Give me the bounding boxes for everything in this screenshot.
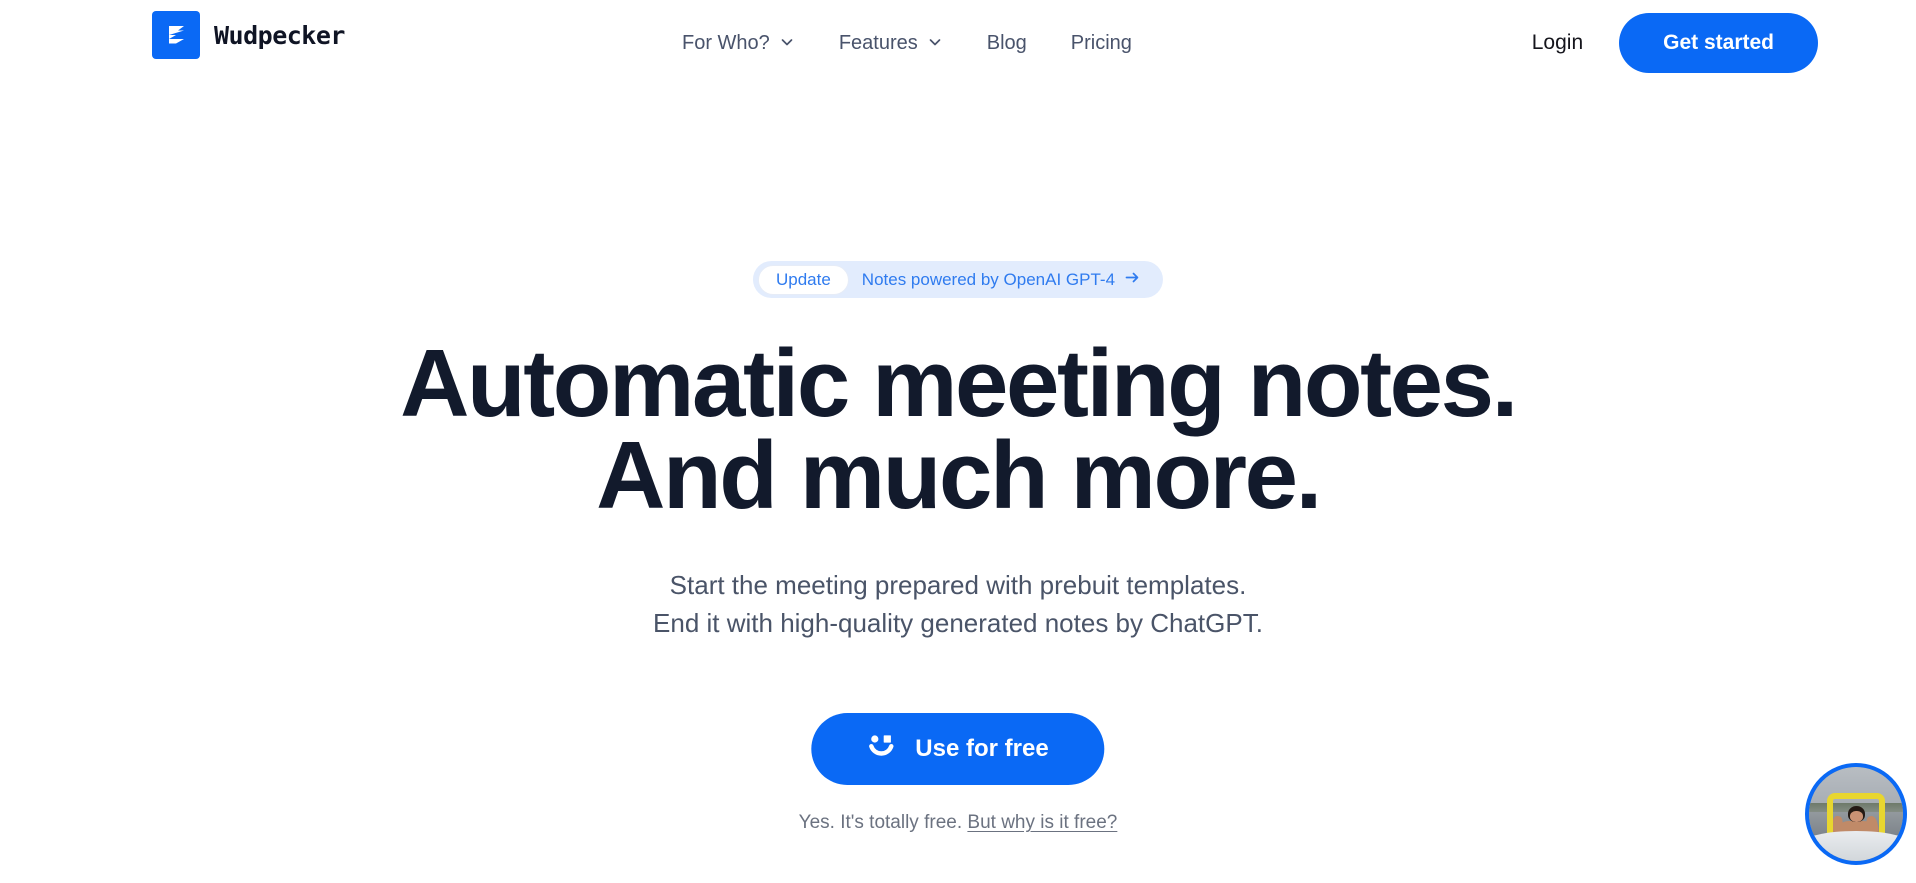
- nav-item-for-who[interactable]: For Who?: [680, 25, 797, 62]
- free-note-text: Yes. It's totally free.: [798, 812, 963, 833]
- header-actions: Login Get started: [1532, 0, 1916, 86]
- update-chip-label: Update: [757, 264, 849, 295]
- subheadline-line-1: Start the meeting prepared with prebuit …: [669, 570, 1247, 600]
- brand-logo[interactable]: Wudpecker: [152, 11, 345, 59]
- video-bubble-thumbnail: [1809, 767, 1903, 861]
- why-is-it-free-link[interactable]: But why is it free?: [967, 812, 1117, 833]
- use-for-free-label: Use for free: [915, 735, 1049, 762]
- video-bubble-widget[interactable]: [1805, 763, 1907, 865]
- nav-item-pricing[interactable]: Pricing: [1069, 26, 1134, 61]
- wudpecker-logo-icon: [152, 11, 200, 59]
- nav-item-blog[interactable]: Blog: [985, 26, 1029, 61]
- main-navigation: For Who? Features Blog Pricing: [680, 0, 1134, 86]
- brand-name: Wudpecker: [214, 20, 345, 50]
- free-note: Yes. It's totally free. But why is it fr…: [0, 812, 1916, 834]
- headline-line-1: Automatic meeting notes.: [400, 330, 1518, 437]
- hero-subheadline: Start the meeting prepared with prebuit …: [0, 566, 1916, 642]
- video-snow: [1809, 830, 1903, 861]
- chevron-down-icon: [927, 33, 943, 56]
- chevron-down-icon: [779, 33, 795, 56]
- nav-item-features[interactable]: Features: [837, 25, 945, 62]
- update-badge-text-wrap: Notes powered by OpenAI GPT-4: [862, 269, 1141, 291]
- site-header: Wudpecker For Who? Features Blog Pricing…: [0, 0, 1916, 86]
- headline-line-2: And much more.: [596, 422, 1322, 529]
- video-yellow-frame: [1826, 793, 1886, 835]
- login-link[interactable]: Login: [1532, 31, 1583, 55]
- use-for-free-button[interactable]: Use for free: [811, 713, 1105, 785]
- update-announcement-badge[interactable]: Update Notes powered by OpenAI GPT-4: [752, 261, 1164, 298]
- update-badge-text: Notes powered by OpenAI GPT-4: [861, 269, 1116, 289]
- get-started-button[interactable]: Get started: [1619, 13, 1818, 73]
- arrow-right-icon: [1124, 269, 1141, 291]
- subheadline-line-2: End it with high-quality generated notes…: [653, 608, 1263, 638]
- page-title: Automatic meeting notes. And much more.: [0, 330, 1916, 529]
- nav-item-features-label: Features: [838, 31, 918, 54]
- nav-item-for-who-label: For Who?: [682, 31, 770, 54]
- smiley-face-icon: [867, 733, 895, 766]
